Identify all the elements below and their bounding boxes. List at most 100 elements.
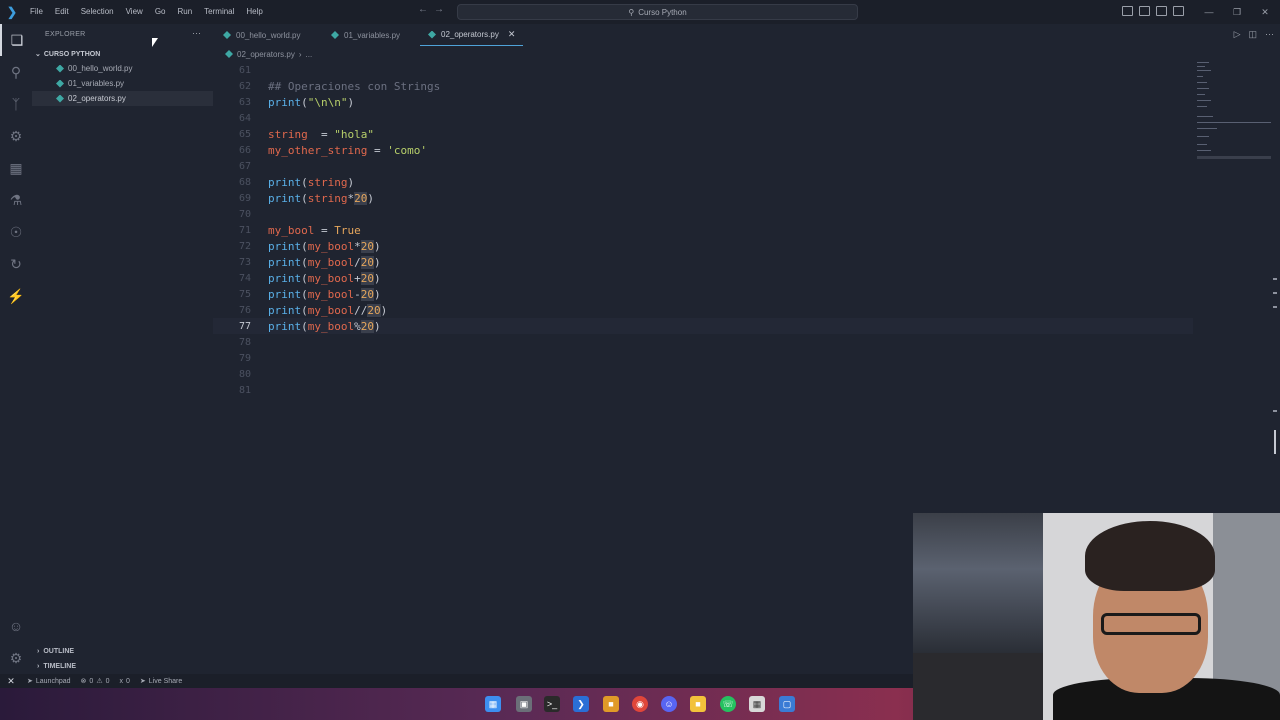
navigation-arrows: ← → xyxy=(418,4,444,15)
menu-go[interactable]: Go xyxy=(149,0,172,24)
code-text: print(my_bool*20) xyxy=(268,239,381,253)
settings-gear-icon[interactable]: ⚙ xyxy=(0,642,32,674)
terminal-icon[interactable]: >_ xyxy=(544,696,560,712)
more-editor-actions-icon[interactable]: ⋯ xyxy=(1265,29,1274,40)
windows-start-icon[interactable]: ▦ xyxy=(485,696,501,712)
file-label: 01_variables.py xyxy=(68,79,125,88)
breadcrumb: 02_operators.py › ... xyxy=(225,48,312,60)
toggle-panel-icon[interactable] xyxy=(1139,6,1150,16)
app-window-icon[interactable]: ▢ xyxy=(779,696,795,712)
warnings-count: 0 xyxy=(105,677,110,685)
code-line[interactable]: 65 string = "hola" xyxy=(213,126,1193,142)
git-graph-icon[interactable]: ☉ xyxy=(0,216,32,248)
timeline-section[interactable]: › TIMELINE xyxy=(37,659,76,673)
line-number: 72 xyxy=(238,240,251,252)
back-arrow-icon[interactable]: ← xyxy=(418,4,428,15)
code-line[interactable]: 66 my_other_string = 'como' xyxy=(213,142,1193,158)
search-activity-icon[interactable]: ⚲ xyxy=(0,56,32,88)
source-control-icon[interactable]: ᛉ xyxy=(0,88,32,120)
code-line[interactable]: 68 print(string) xyxy=(213,174,1193,190)
menu-selection[interactable]: Selection xyxy=(75,0,120,24)
ports-status[interactable]: x 0 xyxy=(115,678,135,685)
code-line[interactable]: 64 xyxy=(213,110,1193,126)
run-play-icon[interactable]: ▷ xyxy=(1234,29,1241,40)
extensions-icon[interactable]: ▦ xyxy=(0,152,32,184)
split-editor-icon[interactable]: ◫ xyxy=(1248,29,1257,40)
chevron-right-icon: › xyxy=(298,49,302,59)
python-file-icon xyxy=(56,94,64,103)
python-file-icon xyxy=(225,50,233,58)
code-line[interactable]: 70 xyxy=(213,206,1193,222)
remote-indicator-icon[interactable]: ✕ xyxy=(0,674,22,688)
menu-run[interactable]: Run xyxy=(171,0,198,24)
code-line[interactable]: 78 xyxy=(213,334,1193,350)
code-line[interactable]: 71 my_bool = True xyxy=(213,222,1193,238)
debug-bug-icon[interactable]: ⚙ xyxy=(0,120,32,152)
close-tab-icon[interactable]: ✕ xyxy=(508,29,516,40)
store-icon[interactable]: ▦ xyxy=(749,696,765,712)
code-line[interactable]: 63 print("\n\n") xyxy=(213,94,1193,110)
file-item-operators[interactable]: 02_operators.py xyxy=(32,91,213,106)
explorer-title: EXPLORER xyxy=(45,31,86,38)
breadcrumb-file[interactable]: 02_operators.py xyxy=(237,50,295,59)
menu-terminal[interactable]: Terminal xyxy=(198,0,240,24)
command-center-search[interactable]: ⚲ Curso Python xyxy=(457,4,858,20)
toggle-sidebar-icon[interactable] xyxy=(1122,6,1133,16)
tab-hello-world[interactable]: 00_hello_world.py xyxy=(215,24,309,46)
live-share-status[interactable]: ➤ Live Share xyxy=(135,677,187,686)
problems-status[interactable]: ⊗ 0 ⚠ 0 xyxy=(76,677,115,686)
file-manager-icon[interactable]: ■ xyxy=(603,696,619,712)
launchpad-status[interactable]: ➤ Launchpad xyxy=(22,677,76,686)
testing-flask-icon[interactable]: ⚗ xyxy=(0,184,32,216)
code-line[interactable]: 73 print(my_bool/20) xyxy=(213,254,1193,270)
errors-count: 0 xyxy=(89,677,94,685)
vscode-taskbar-icon[interactable]: ❯ xyxy=(573,696,589,712)
python-file-icon xyxy=(56,64,64,73)
lightning-icon[interactable]: ⚡ xyxy=(0,280,32,312)
explorer-files-icon[interactable]: ❏ xyxy=(0,24,32,56)
code-line[interactable]: 77 print(my_bool%20) xyxy=(213,318,1193,334)
code-line[interactable]: 75 print(my_bool-20) xyxy=(213,286,1193,302)
forward-arrow-icon[interactable]: → xyxy=(434,4,444,15)
code-line[interactable]: 69 print(string*20) xyxy=(213,190,1193,206)
toggle-secondary-sidebar-icon[interactable] xyxy=(1156,6,1167,16)
tab-operators[interactable]: 02_operators.py ✕ xyxy=(420,24,524,46)
code-line[interactable]: 74 print(my_bool+20) xyxy=(213,270,1193,286)
code-line[interactable]: 81 xyxy=(213,382,1193,398)
code-line[interactable]: 72 print(my_bool*20) xyxy=(213,238,1193,254)
code-line[interactable]: 67 xyxy=(213,158,1193,174)
task-view-icon[interactable]: ▣ xyxy=(516,696,532,712)
code-line[interactable]: 62 ## Operaciones con Strings xyxy=(213,78,1193,94)
editor-scrollbar[interactable] xyxy=(1272,270,1278,470)
code-text: print("\n\n") xyxy=(268,95,355,109)
code-line[interactable]: 80 xyxy=(213,366,1193,382)
line-number: 79 xyxy=(238,352,251,364)
more-actions-icon[interactable]: ⋯ xyxy=(192,28,201,39)
menu-edit[interactable]: Edit xyxy=(49,0,75,24)
folder-icon[interactable]: ■ xyxy=(690,696,706,712)
restore-icon[interactable]: ❐ xyxy=(1223,0,1251,24)
outline-section[interactable]: › OUTLINE xyxy=(37,644,74,658)
account-icon[interactable]: ☺ xyxy=(0,610,32,642)
vscode-logo-icon: ❯ xyxy=(6,5,18,19)
whatsapp-icon[interactable]: ☏ xyxy=(720,696,736,712)
chrome-icon[interactable]: ◉ xyxy=(632,696,648,712)
file-item-variables[interactable]: 01_variables.py xyxy=(32,76,213,91)
discord-icon[interactable]: ☺ xyxy=(661,696,677,712)
tab-variables[interactable]: 01_variables.py xyxy=(323,24,408,46)
menu-help[interactable]: Help xyxy=(240,0,268,24)
file-item-hello-world[interactable]: 00_hello_world.py xyxy=(32,61,213,76)
breadcrumb-symbols[interactable]: ... xyxy=(306,50,313,59)
folder-curso-python[interactable]: ⌄ CURSO PYTHON xyxy=(35,48,100,60)
minimize-icon[interactable]: — xyxy=(1195,0,1223,24)
code-line[interactable]: 79 xyxy=(213,350,1193,366)
customize-layout-icon[interactable] xyxy=(1173,6,1184,16)
close-window-icon[interactable]: ✕ xyxy=(1251,0,1279,24)
code-line[interactable]: 76 print(my_bool//20) xyxy=(213,302,1193,318)
minimap[interactable] xyxy=(1195,60,1275,170)
remote-explorer-icon[interactable]: ↻ xyxy=(0,248,32,280)
code-line[interactable]: 61 xyxy=(213,62,1193,78)
menu-file[interactable]: File xyxy=(24,0,49,24)
menu-view[interactable]: View xyxy=(120,0,149,24)
editor-tab-bar: 00_hello_world.py 01_variables.py 02_ope… xyxy=(213,24,1280,46)
